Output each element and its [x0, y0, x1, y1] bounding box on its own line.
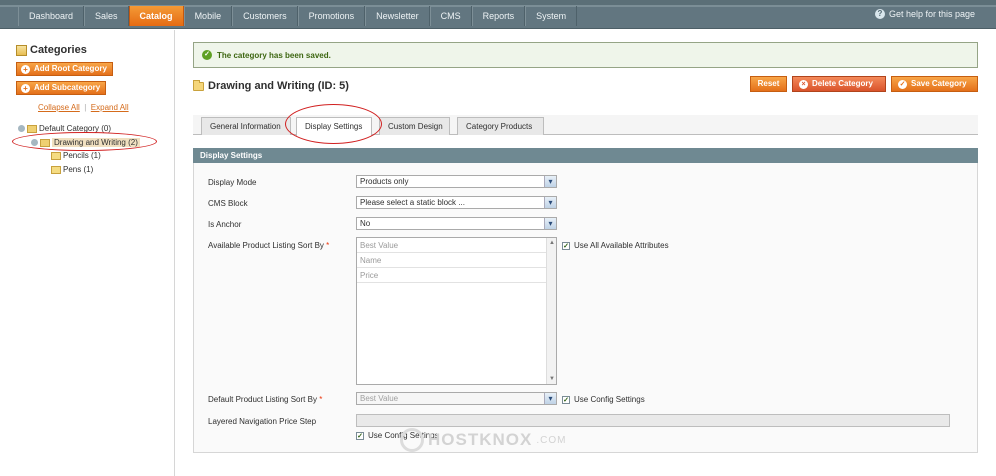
page-title: Drawing and Writing (ID: 5)	[193, 79, 349, 92]
reset-button[interactable]: Reset	[750, 76, 787, 92]
tree-controls-separator: |	[84, 103, 87, 112]
plus-icon: +	[21, 64, 30, 74]
top-navigation-bar: Dashboard Sales Catalog Mobile Customers…	[0, 0, 996, 29]
success-message-text: The category has been saved.	[217, 50, 331, 60]
active-tab-highlight-circle	[285, 104, 382, 144]
save-category-label: Save Category	[911, 79, 967, 88]
default-sort-label: Default Product Listing Sort By *	[208, 395, 322, 404]
success-message: ✓ The category has been saved.	[193, 42, 978, 68]
display-settings-form	[193, 163, 978, 453]
add-root-category-label: Add Root Category	[34, 64, 107, 73]
tab-category-products[interactable]: Category Products	[457, 117, 544, 135]
save-icon: ✓	[898, 79, 907, 89]
watermark-suffix: .COM	[536, 434, 567, 446]
display-mode-select[interactable]: Products only	[356, 175, 557, 188]
collapse-all-link[interactable]: Collapse All	[38, 103, 80, 112]
tab-general-information[interactable]: General Information	[201, 117, 291, 135]
hostknox-watermark: HOSTKNOX .COM	[400, 428, 566, 452]
default-sort-use-config-checkbox[interactable]: ✓	[562, 395, 570, 404]
cms-block-select[interactable]: Please select a static block ...	[356, 196, 557, 209]
nav-item-promotions[interactable]: Promotions	[297, 6, 366, 26]
save-category-button[interactable]: ✓ Save Category	[891, 76, 978, 92]
nav-item-sales[interactable]: Sales	[84, 6, 129, 26]
category-folder-icon	[193, 79, 204, 91]
available-sort-label: Available Product Listing Sort By *	[208, 241, 329, 250]
nav-item-customers[interactable]: Customers	[232, 6, 298, 26]
use-all-attributes-checkbox[interactable]: ✓	[562, 241, 570, 250]
expand-all-link[interactable]: Expand All	[91, 103, 129, 112]
nav-item-cms[interactable]: CMS	[429, 6, 472, 26]
available-sort-multiselect[interactable]: Best Value Name Price ▲ ▼	[356, 237, 557, 385]
default-sort-label-text: Default Product Listing Sort By	[208, 395, 317, 404]
sort-option-price[interactable]: Price	[357, 268, 547, 283]
nav-menu: Dashboard Sales Catalog Mobile Customers…	[18, 6, 578, 26]
price-step-label: Layered Navigation Price Step	[208, 417, 317, 426]
tree-node-pens[interactable]: Pens (1)	[51, 165, 93, 174]
display-mode-label: Display Mode	[208, 178, 257, 187]
nav-item-system[interactable]: System	[525, 6, 578, 26]
tree-node-pencils[interactable]: Pencils (1)	[51, 151, 101, 160]
nav-item-mobile[interactable]: Mobile	[183, 6, 233, 26]
watermark-logo-icon	[400, 428, 424, 452]
available-sort-label-text: Available Product Listing Sort By	[208, 241, 324, 250]
reset-button-label: Reset	[757, 79, 780, 88]
default-sort-use-config-option[interactable]: ✓ Use Config Settings	[562, 395, 645, 404]
help-icon: ?	[874, 9, 885, 19]
tree-controls: Collapse All | Expand All	[38, 103, 129, 112]
add-subcategory-label: Add Subcategory	[34, 83, 101, 92]
sort-option-best-value[interactable]: Best Value	[357, 238, 547, 253]
is-anchor-label: Is Anchor	[208, 220, 242, 229]
folder-icon	[51, 151, 61, 160]
selected-category-highlight-circle	[12, 132, 157, 151]
categories-title-label: Categories	[30, 44, 87, 56]
check-icon: ✓	[202, 50, 212, 60]
required-marker: *	[319, 395, 323, 404]
close-icon: ×	[799, 79, 808, 89]
sort-option-name[interactable]: Name	[357, 253, 547, 268]
collapse-toggle-icon[interactable]	[18, 125, 25, 132]
price-step-use-config-checkbox[interactable]: ✓	[356, 431, 364, 440]
help-link-label: Get help for this page	[888, 9, 975, 19]
nav-item-dashboard[interactable]: Dashboard	[18, 6, 85, 26]
folder-icon	[51, 165, 61, 174]
categories-sidebar: Categories + Add Root Category + Add Sub…	[0, 30, 175, 476]
delete-category-label: Delete Category	[812, 79, 873, 88]
tree-node-label: Pencils (1)	[63, 151, 101, 160]
use-all-attributes-label: Use All Available Attributes	[574, 241, 669, 250]
help-link[interactable]: ? Get help for this page	[874, 9, 975, 19]
tree-node-label: Pens (1)	[63, 165, 94, 174]
required-marker: *	[326, 241, 330, 250]
folder-icon	[27, 124, 37, 133]
default-sort-use-config-label: Use Config Settings	[574, 395, 645, 404]
nav-item-newsletter[interactable]: Newsletter	[365, 6, 430, 26]
price-step-input[interactable]	[356, 414, 950, 427]
categories-title: Categories	[16, 44, 87, 56]
section-header: Display Settings	[193, 148, 978, 163]
default-sort-select[interactable]: Best Value	[356, 392, 557, 405]
add-root-category-button[interactable]: + Add Root Category	[16, 62, 113, 76]
tab-custom-design[interactable]: Custom Design	[379, 117, 450, 135]
scroll-down-icon[interactable]: ▼	[548, 375, 556, 383]
delete-category-button[interactable]: × Delete Category	[792, 76, 886, 92]
page-title-text: Drawing and Writing (ID: 5)	[208, 80, 349, 92]
cms-block-label: CMS Block	[208, 199, 248, 208]
watermark-text: HOSTKNOX	[428, 430, 533, 449]
add-subcategory-button[interactable]: + Add Subcategory	[16, 81, 107, 95]
plus-icon: +	[21, 83, 30, 93]
scroll-up-icon[interactable]: ▲	[548, 239, 556, 247]
categories-icon	[16, 44, 27, 56]
use-all-attributes-option[interactable]: ✓ Use All Available Attributes	[562, 241, 669, 250]
is-anchor-select[interactable]: No	[356, 217, 557, 230]
nav-item-reports[interactable]: Reports	[471, 6, 526, 26]
multiselect-scrollbar[interactable]: ▲ ▼	[546, 238, 556, 384]
nav-item-catalog[interactable]: Catalog	[128, 6, 184, 26]
